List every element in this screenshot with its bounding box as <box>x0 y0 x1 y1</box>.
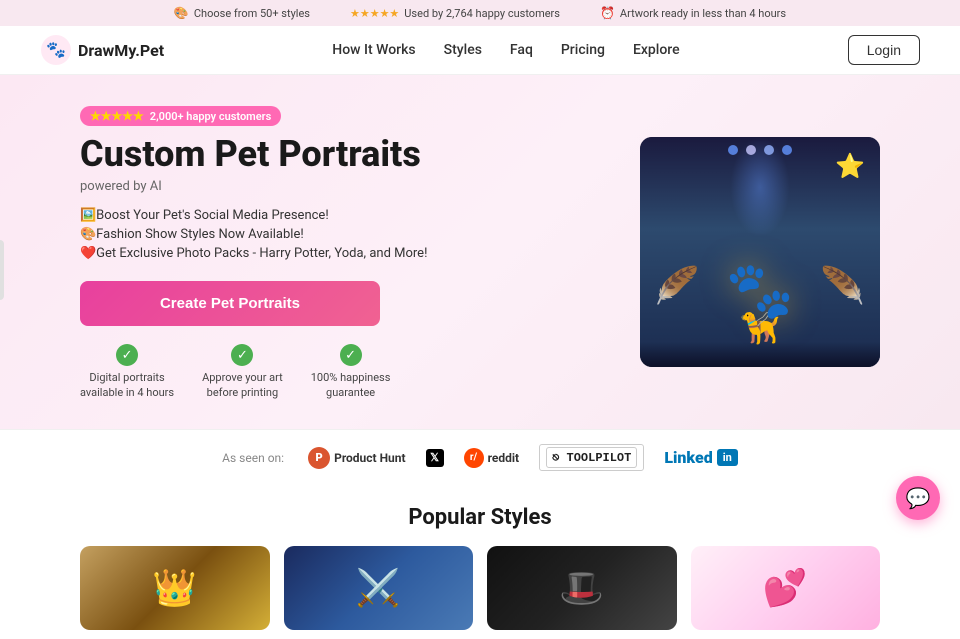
check-3-sub: guarantee <box>326 386 375 399</box>
side-scroll-indicator <box>0 240 4 300</box>
linkedin-text: Linked <box>664 448 712 467</box>
palette-icon: 🎨 <box>174 6 189 20</box>
feature-1: 🖼️Boost Your Pet's Social Media Presence… <box>80 208 600 223</box>
x-logo[interactable]: 𝕏 <box>426 449 444 467</box>
check-approve: ✓ Approve your art before printing <box>202 344 283 399</box>
style-1-emoji: 👑 <box>152 567 197 609</box>
check-2-sub: before printing <box>207 386 278 399</box>
x-icon: 𝕏 <box>426 449 444 467</box>
navbar: 🐾 DrawMy.Pet How It Works Styles Faq Pri… <box>0 26 960 75</box>
reddit-logo[interactable]: r/ reddit <box>464 448 520 468</box>
hero-badge: ★★★★★ 2,000+ happy customers <box>80 106 281 126</box>
banner-item-styles: 🎨 Choose from 50+ styles <box>174 6 310 20</box>
hero-badge-stars: ★★★★★ <box>90 109 144 123</box>
banner-item-customers: ★★★★★ Used by 2,764 happy customers <box>350 7 560 20</box>
pet-showcase: 🐾 🦮 🪶 🪶 ⭐ <box>640 137 880 367</box>
hero-section: ★★★★★ 2,000+ happy customers Custom Pet … <box>0 75 960 429</box>
reddit-icon: r/ <box>464 448 484 468</box>
star-badge: ⭐ <box>835 152 865 180</box>
nav-faq[interactable]: Faq <box>510 42 533 58</box>
banner-time-text: Artwork ready in less than 4 hours <box>620 7 786 20</box>
banner-customers-text: Used by 2,764 happy customers <box>404 7 560 20</box>
chat-button[interactable]: 💬 <box>896 476 940 520</box>
check-1-sub: available in 4 hours <box>80 386 174 399</box>
linkedin-icon: in <box>717 449 738 466</box>
svg-text:🐾: 🐾 <box>46 40 66 59</box>
linkedin-logo[interactable]: Linked in <box>664 448 738 467</box>
style-4-emoji: 💕 <box>763 567 808 609</box>
check-2-title: Approve your art <box>202 371 283 384</box>
banner-item-time: ⏰ Artwork ready in less than 4 hours <box>600 6 786 20</box>
hero-checks: ✓ Digital portraits available in 4 hours… <box>80 344 600 399</box>
cta-button[interactable]: Create Pet Portraits <box>80 281 380 326</box>
top-banner: 🎨 Choose from 50+ styles ★★★★★ Used by 2… <box>0 0 960 26</box>
feature-3: ❤️Get Exclusive Photo Packs - Harry Pott… <box>80 246 600 261</box>
as-seen-on-section: As seen on: P Product Hunt 𝕏 r/ reddit ⎋… <box>0 429 960 485</box>
tp-icon: ⎋ TOOLPILOT <box>546 447 637 468</box>
as-seen-label: As seen on: <box>222 451 284 465</box>
logo-icon: 🐾 <box>40 34 72 66</box>
hero-content: ★★★★★ 2,000+ happy customers Custom Pet … <box>80 105 640 399</box>
brand-logos: P Product Hunt 𝕏 r/ reddit ⎋ TOOLPILOT L… <box>308 444 738 471</box>
check-icon-2: ✓ <box>231 344 253 366</box>
reddit-label: reddit <box>488 451 520 465</box>
style-card-4[interactable]: 💕 <box>691 546 881 630</box>
toolpilot-logo[interactable]: ⎋ TOOLPILOT <box>539 444 644 471</box>
popular-styles-title: Popular Styles <box>80 505 880 530</box>
style-card-2[interactable]: ⚔️ <box>284 546 474 630</box>
check-happiness: ✓ 100% happiness guarantee <box>311 344 391 399</box>
clock-icon: ⏰ <box>600 6 615 20</box>
style-card-1[interactable]: 👑 <box>80 546 270 630</box>
banner-stars: ★★★★★ <box>350 7 399 20</box>
check-portraits: ✓ Digital portraits available in 4 hours <box>80 344 174 399</box>
hero-title: Custom Pet Portraits <box>80 134 600 175</box>
check-1-title: Digital portraits <box>89 371 164 384</box>
check-3-title: 100% happiness <box>311 371 391 384</box>
ph-icon: P <box>308 447 330 469</box>
style-3-emoji: 🎩 <box>559 567 604 609</box>
hero-subtitle: powered by AI <box>80 179 600 194</box>
login-button[interactable]: Login <box>848 35 920 65</box>
wing-right: 🪶 <box>820 265 865 307</box>
hero-image: 🐾 🦮 🪶 🪶 ⭐ <box>640 137 880 367</box>
product-hunt-logo[interactable]: P Product Hunt <box>308 447 405 469</box>
nav-links: How It Works Styles Faq Pricing Explore <box>332 42 679 58</box>
nav-pricing[interactable]: Pricing <box>561 42 605 58</box>
popular-styles-section: Popular Styles 👑 ⚔️ 🎩 💕 <box>0 485 960 639</box>
nav-styles[interactable]: Styles <box>444 42 482 58</box>
wings-emoji: 🐾 <box>726 259 794 323</box>
nav-explore[interactable]: Explore <box>633 42 680 58</box>
nav-how-it-works[interactable]: How It Works <box>332 42 415 58</box>
nav-logo[interactable]: 🐾 DrawMy.Pet <box>40 34 164 66</box>
hero-features: 🖼️Boost Your Pet's Social Media Presence… <box>80 208 600 261</box>
ph-label: Product Hunt <box>334 451 405 465</box>
hero-badge-text: 2,000+ happy customers <box>150 110 271 123</box>
logo-text: DrawMy.Pet <box>78 41 164 60</box>
check-icon-1: ✓ <box>116 344 138 366</box>
feature-2: 🎨Fashion Show Styles Now Available! <box>80 227 600 242</box>
style-2-emoji: ⚔️ <box>356 567 401 609</box>
chat-icon: 💬 <box>906 486 931 510</box>
check-icon-3: ✓ <box>340 344 362 366</box>
wing-left: 🪶 <box>655 265 700 307</box>
style-grid: 👑 ⚔️ 🎩 💕 <box>80 546 880 630</box>
style-card-3[interactable]: 🎩 <box>487 546 677 630</box>
